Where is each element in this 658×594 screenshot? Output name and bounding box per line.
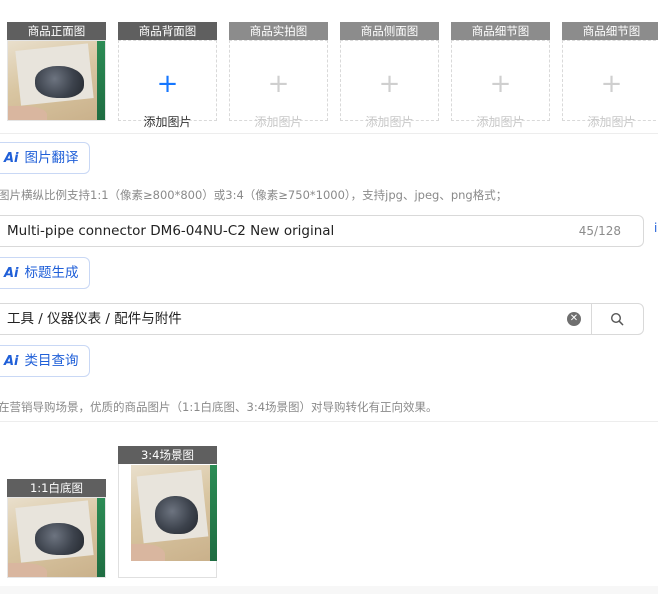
divider	[0, 421, 658, 422]
product-photo	[131, 465, 217, 561]
slot-caption: 商品背面图	[118, 22, 217, 40]
white-bg-image[interactable]: 1:1白底图	[7, 479, 106, 578]
add-image-box[interactable]: + 添加图片	[118, 40, 217, 129]
ai-icon: Ai	[4, 151, 19, 166]
title-generate-label: 标题生成	[24, 265, 79, 281]
add-image-box[interactable]: + 添加图片	[562, 40, 658, 129]
info-icon[interactable]: i	[654, 221, 657, 235]
add-image-box[interactable]: + 添加图片	[451, 40, 550, 129]
add-image-label: 添加图片	[365, 115, 414, 129]
slot-caption: 商品侧面图	[340, 22, 439, 40]
plus-icon: +	[267, 69, 290, 99]
plus-icon: +	[600, 69, 623, 99]
add-image-box[interactable]: + 添加图片	[229, 40, 328, 129]
category-input-value: 工具 / 仪器仪表 / 配件与附件	[7, 311, 182, 327]
image-translate-button[interactable]: Ai 图片翻译	[0, 142, 90, 174]
title-input[interactable]: Multi-pipe connector DM6-04NU-C2 New ori…	[0, 215, 644, 247]
image-slot-side[interactable]: 商品侧面图 + 添加图片	[340, 22, 439, 129]
image-slot-detail-1[interactable]: 商品细节图 + 添加图片	[451, 22, 550, 129]
category-query-label: 类目查询	[24, 353, 79, 369]
image-format-hint: 图片横纵比例支持1:1（像素≥800*800）或3:4（像素≥750*1000）…	[0, 188, 508, 202]
scene-image[interactable]: 3:4场景图	[118, 446, 217, 578]
category-search-button[interactable]	[591, 303, 644, 335]
category-query-button[interactable]: Ai 类目查询	[0, 345, 90, 377]
scene-image-hint: 在营销导购场景，优质的商品图片（1:1白底图、3:4场景图）对导购转化有正向效果…	[0, 400, 438, 414]
product-photo	[8, 41, 105, 120]
title-generate-button[interactable]: Ai 标题生成	[0, 257, 90, 289]
title-input-value: Multi-pipe connector DM6-04NU-C2 New ori…	[7, 223, 335, 239]
slot-caption: 商品实拍图	[229, 22, 328, 40]
clear-icon[interactable]: ✕	[567, 312, 581, 326]
image-slot-detail-2[interactable]: 商品细节图 + 添加图片	[562, 22, 658, 129]
plus-icon: +	[156, 69, 179, 99]
slot-caption: 商品正面图	[7, 22, 106, 40]
add-image-label: 添加图片	[587, 115, 636, 129]
add-image-label: 添加图片	[143, 115, 192, 129]
image-slot-real[interactable]: 商品实拍图 + 添加图片	[229, 22, 328, 129]
search-icon	[610, 312, 624, 326]
ai-icon: Ai	[4, 266, 19, 281]
divider	[0, 133, 658, 134]
scene-caption: 3:4场景图	[118, 446, 217, 464]
product-photo	[7, 497, 106, 578]
image-slot-back[interactable]: 商品背面图 + 添加图片	[118, 22, 217, 129]
category-input[interactable]: 工具 / 仪器仪表 / 配件与附件	[0, 303, 592, 335]
slot-caption: 商品细节图	[562, 22, 658, 40]
ai-icon: Ai	[4, 354, 19, 369]
add-image-label: 添加图片	[254, 115, 303, 129]
image-translate-label: 图片翻译	[24, 150, 79, 166]
slot-image-frame	[7, 40, 106, 121]
slot-caption: 商品细节图	[451, 22, 550, 40]
plus-icon: +	[489, 69, 512, 99]
footer-strip	[0, 586, 658, 594]
add-image-box[interactable]: + 添加图片	[340, 40, 439, 129]
title-char-counter: 45/128	[578, 224, 621, 238]
add-image-label: 添加图片	[476, 115, 525, 129]
plus-icon: +	[378, 69, 401, 99]
image-slot-front[interactable]: 商品正面图	[7, 22, 106, 121]
scene-caption: 1:1白底图	[7, 479, 106, 497]
